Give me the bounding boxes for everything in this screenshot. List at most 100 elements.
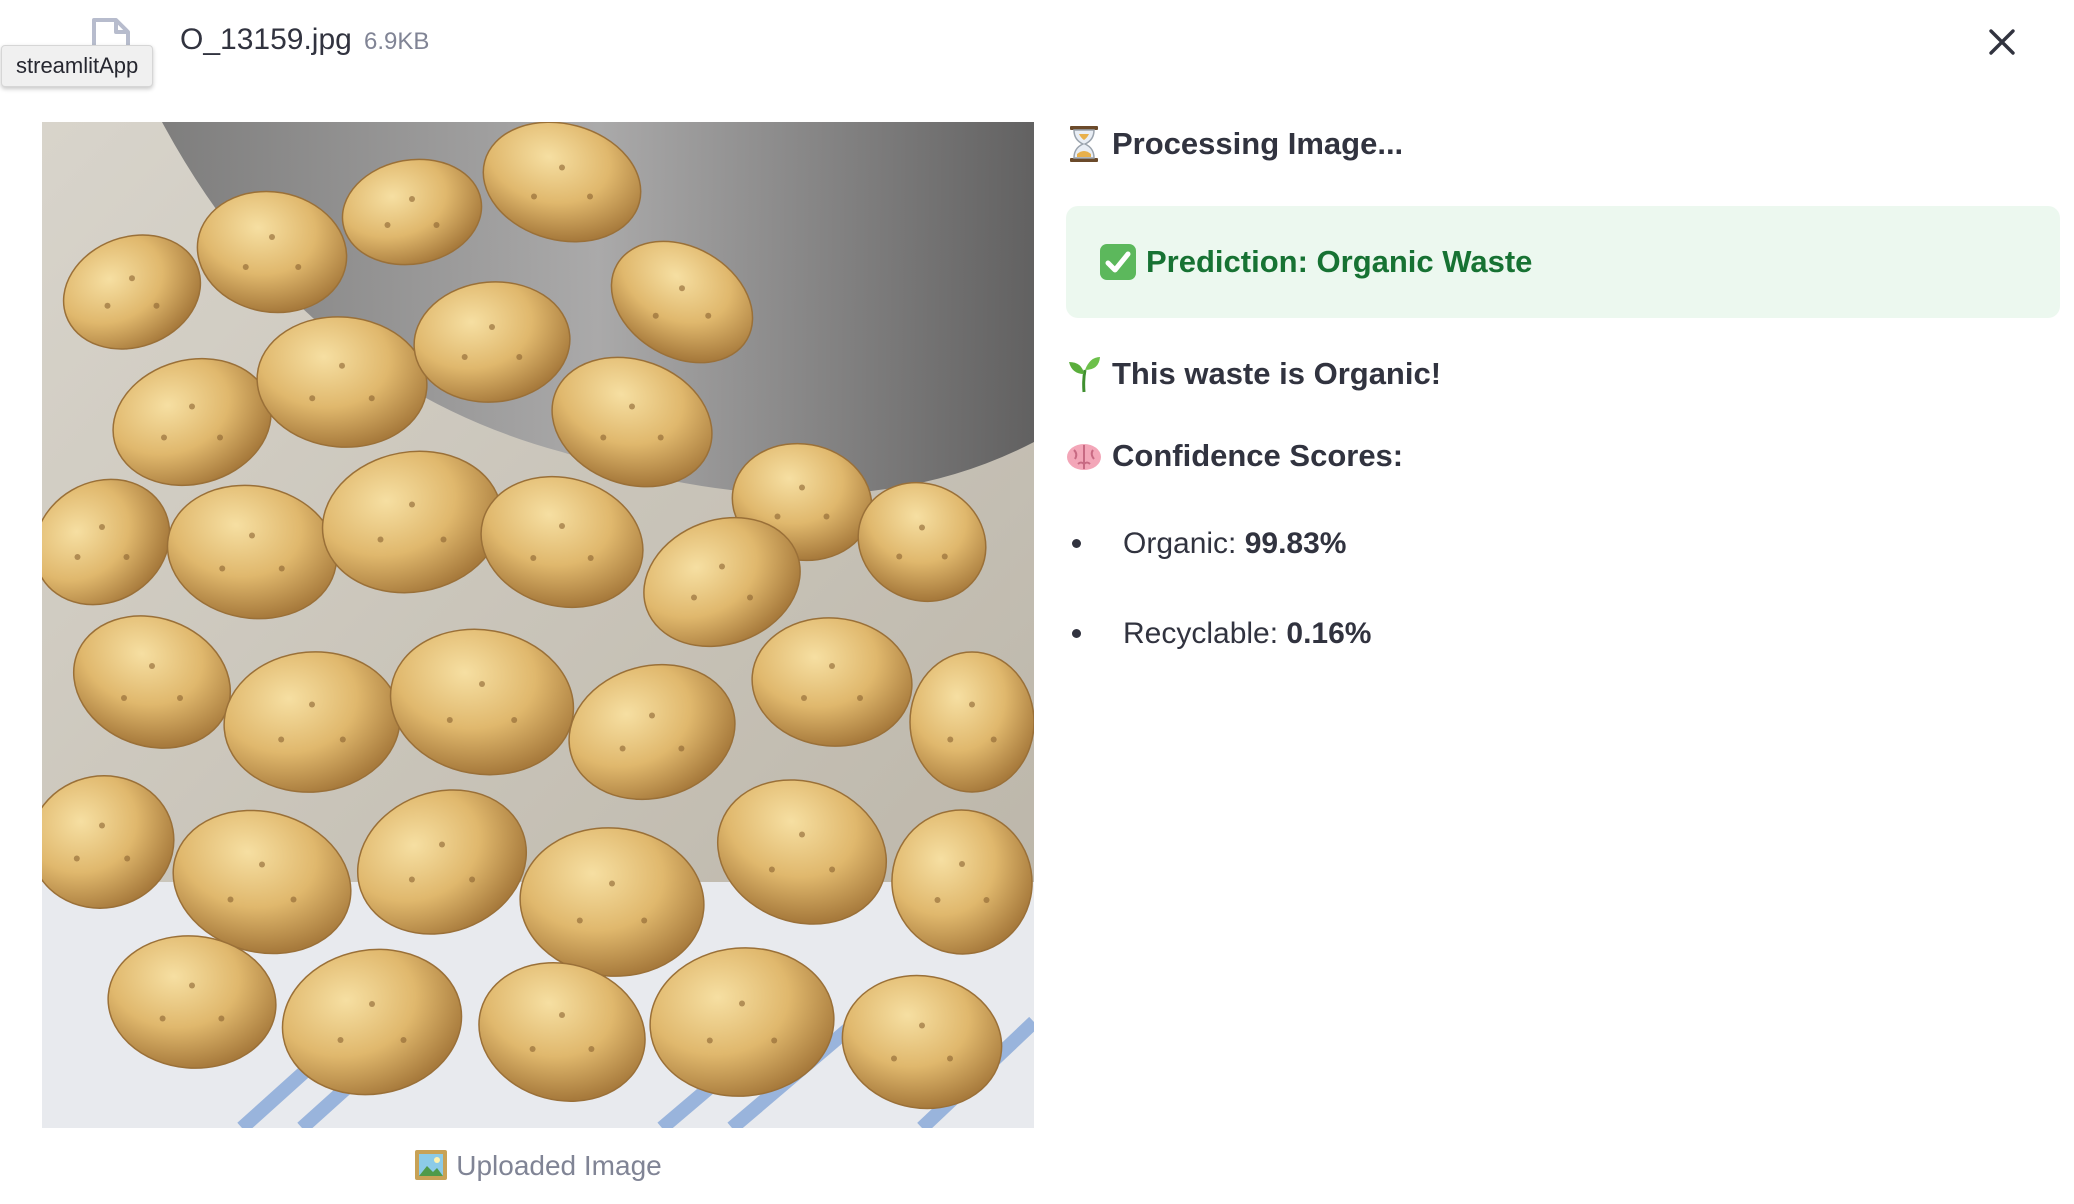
potato-eye [934,897,941,903]
score-label: Recyclable: [1123,617,1287,650]
list-item-organic: Organic: 99.83% [1066,524,1346,564]
score-value: 0.16% [1286,617,1372,650]
potato-eye [369,1001,375,1007]
potato-eye [657,434,664,441]
potato-eye [189,403,195,410]
check-mark-icon [1098,242,1138,282]
potato-eye [161,434,167,441]
potato-eye [947,1055,953,1062]
potato-eye [439,841,445,848]
potato-eye [829,663,835,669]
potato-eye [217,434,223,441]
potato-eye [104,302,111,309]
potato-eye [290,896,297,903]
potato-eye [479,681,485,687]
potato-eye [149,663,155,669]
prediction-alert: Prediction: Organic Waste [1066,206,2060,318]
potato-eye [99,524,105,530]
potato-eye [771,1037,778,1044]
verdict-heading: This waste is Organic! [1066,354,1441,394]
tooltip: streamlitApp [1,45,154,87]
potato-eye [218,1015,225,1022]
potato-eye [384,222,391,228]
potato-eye [295,264,302,270]
potato-eye [747,594,753,601]
potato-eye [309,701,315,708]
potato-eye [400,1037,407,1043]
potato-eye [99,822,105,829]
potato-eye [619,745,626,752]
processing-text: Processing Image... [1112,126,1404,161]
potato-eye [801,695,807,701]
potato-eye [408,876,415,883]
potato-eye [919,1022,925,1029]
potato-eye [678,745,685,752]
potato-eye [269,234,275,240]
uploaded-image [42,122,1034,1128]
potato-eye [433,222,440,228]
potato-eye [774,513,781,520]
potato-eye [947,736,954,743]
potato-eye [530,555,537,561]
potato-eye [799,484,805,491]
prediction-text: Prediction: Organic Waste [1146,244,1533,279]
potato-eye [124,855,131,862]
potato-eye [891,1055,897,1062]
potato-eye [941,553,948,560]
confidence-heading: Confidence Scores: [1066,436,1403,476]
potato-eye [159,1015,166,1022]
potato-eye [177,695,183,701]
potato-eye [337,1037,344,1043]
potato-eye [919,524,925,531]
potato-eye [768,866,775,873]
potato-eye [691,594,697,601]
potato-eye [559,164,565,171]
potato-eye [823,513,830,520]
potato-eye [339,362,345,369]
potato-eye [588,1046,595,1052]
potato-eye [896,553,903,560]
potato-eye [440,536,447,543]
potato-eye [652,312,659,319]
file-size: 6.9KB [364,28,430,55]
potato-eye [587,193,593,200]
list-item-recyclable: Recyclable: 0.16% [1066,614,1371,654]
potato-eye [309,395,316,402]
potato-eye [377,536,384,543]
potato-eye [649,712,655,719]
potato-eye [600,434,607,441]
potato-eye [249,532,255,539]
potato-eye [531,193,537,200]
bullet-icon [1072,538,1081,548]
potato-eye [123,554,130,560]
potato-eye [529,1046,536,1052]
potato-eye [74,554,81,560]
potato-eye [278,736,285,743]
potato-shape [909,651,1034,793]
potato-eye [559,1012,565,1018]
score-value: 99.83% [1244,527,1347,560]
file-name: O_13159.jpg [180,23,352,56]
potato-eye [278,565,285,572]
potato-eye [446,717,453,723]
potato-eye [739,1000,745,1007]
close-icon[interactable] [1982,22,2022,62]
image-caption: Uploaded Image [42,1146,1034,1192]
verdict-text: This waste is Organic! [1112,356,1442,391]
potato-eye [983,897,990,903]
potato-eye [559,523,565,529]
potato-eye [516,354,523,360]
potato-eye [409,196,415,202]
potato-eye [153,302,160,309]
caption-text: Uploaded Image [456,1150,662,1181]
potato-eye [461,354,468,360]
potato-eye [121,695,127,701]
potato-eye [469,876,476,883]
potato-eye [609,880,615,887]
potato-eye [73,855,80,862]
potato-eye [189,982,195,989]
potato-eye [679,285,685,292]
potato-eye [259,861,265,868]
bullet-icon [1072,628,1081,638]
potato-eye [706,1037,713,1044]
